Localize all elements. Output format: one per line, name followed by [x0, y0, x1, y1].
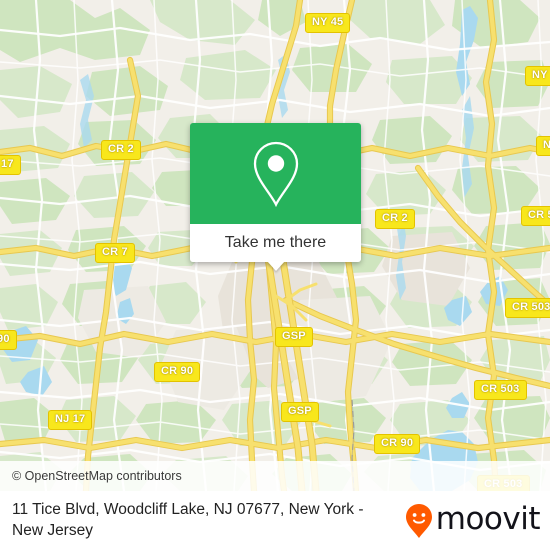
map-screenshot: .park { fill:#cfe5bf; } .park2 { fill:#d…: [0, 0, 550, 550]
location-pin-icon: [253, 141, 298, 207]
road-shield-ny-45[interactable]: NY 45: [305, 13, 351, 33]
road-shield-cr-503-east[interactable]: CR 503: [505, 298, 550, 318]
road-shield-90-left-edge[interactable]: 90: [0, 330, 17, 350]
popup-tail: [266, 261, 285, 271]
road-shield-cr-2-right[interactable]: CR 2: [375, 209, 415, 229]
road-shield-nj-17[interactable]: NJ 17: [48, 410, 93, 430]
take-me-there-label: Take me there: [224, 234, 327, 251]
road-shield-n-right-edge[interactable]: N: [536, 136, 550, 156]
road-shield-gsp-lower[interactable]: GSP: [281, 402, 319, 422]
road-shield-cr-7[interactable]: CR 7: [95, 243, 135, 263]
location-popup[interactable]: Take me there: [190, 123, 361, 271]
road-shield-17-left-edge[interactable]: 17: [0, 155, 21, 175]
popup-header: [190, 123, 361, 224]
road-shield-cr-90-west[interactable]: CR 90: [154, 362, 201, 382]
moovit-smiley-pin-icon: [405, 503, 432, 538]
moovit-wordmark: moovit: [435, 501, 541, 537]
address-title: 11 Tice Blvd, Woodcliff Lake, NJ 07677, …: [12, 501, 364, 539]
popup-footer[interactable]: Take me there: [190, 224, 361, 271]
map-attribution: © OpenStreetMap contributors: [0, 461, 550, 491]
road-shield-cr-2-left[interactable]: CR 2: [101, 140, 141, 160]
road-shield-gsp-upper[interactable]: GSP: [275, 327, 313, 347]
attribution-text: © OpenStreetMap contributors: [12, 469, 182, 483]
road-shield-cr-90-east[interactable]: CR 90: [374, 434, 421, 454]
road-shield-ny-right-edge[interactable]: NY: [525, 66, 550, 86]
road-shield-cr-503-mid[interactable]: CR 503: [474, 380, 527, 400]
moovit-logo[interactable]: moovit: [405, 501, 541, 539]
footer-bar: 11 Tice Blvd, Woodcliff Lake, NJ 07677, …: [0, 491, 550, 550]
road-shield-cr-5-right-edge[interactable]: CR 5: [521, 206, 550, 226]
